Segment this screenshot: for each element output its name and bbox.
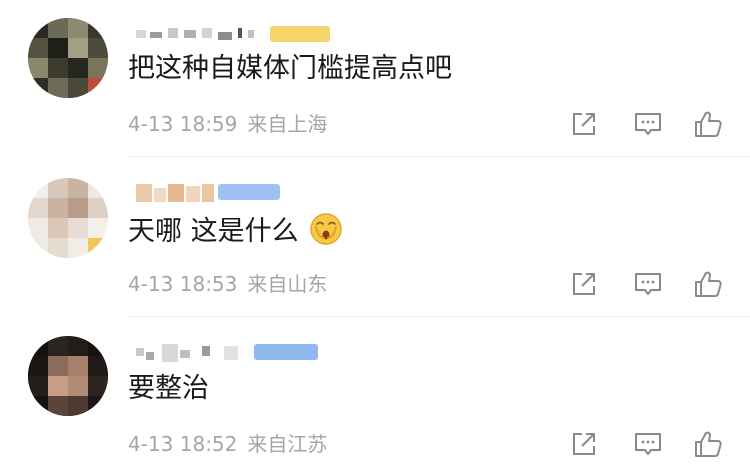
share-icon (573, 113, 595, 135)
comment-meta: 4-13 18:59 来自上海 (128, 112, 327, 136)
like-icon (695, 271, 722, 297)
comment-time: 4-13 18:59 (128, 112, 238, 136)
share-button[interactable] (566, 266, 602, 302)
avatar[interactable] (28, 178, 108, 258)
share-button[interactable] (566, 106, 602, 142)
comment-text: 把这种自媒体门槛提高点吧 (128, 53, 452, 84)
share-icon (573, 273, 595, 295)
like-icon (695, 111, 722, 137)
username-blurred[interactable] (128, 182, 218, 204)
shocked-face-emoji (310, 213, 342, 245)
comment-icon (635, 433, 661, 455)
comment-meta: 4-13 18:53 来自山东 (128, 272, 327, 296)
share-button[interactable] (566, 426, 602, 462)
username-blurred[interactable] (128, 22, 268, 44)
avatar-image (28, 18, 108, 98)
divider (128, 156, 750, 157)
comment-item: 天哪 这是什么 4-13 18:53 来自山东 (0, 160, 750, 320)
like-button[interactable] (690, 266, 726, 302)
avatar-image (28, 336, 108, 416)
comment-button[interactable] (630, 426, 666, 462)
comment-button[interactable] (630, 266, 666, 302)
user-badge (218, 184, 280, 200)
comment-text-content: 天哪 这是什么 (128, 216, 299, 247)
comment-location: 来自江苏 (247, 432, 328, 456)
blurred-name (136, 28, 254, 40)
user-badge (270, 26, 330, 42)
comment-time: 4-13 18:53 (128, 272, 238, 296)
comment-list: 把这种自媒体门槛提高点吧 4-13 18:59 来自上海 天哪 这是什么 4-1… (0, 0, 750, 464)
comment-item: 把这种自媒体门槛提高点吧 4-13 18:59 来自上海 (0, 0, 750, 160)
avatar-image (28, 178, 108, 258)
comment-meta: 4-13 18:52 来自江苏 (128, 432, 327, 456)
like-button[interactable] (690, 106, 726, 142)
blurred-name (136, 344, 238, 362)
like-button[interactable] (690, 426, 726, 462)
comment-time: 4-13 18:52 (128, 432, 238, 456)
avatar[interactable] (28, 18, 108, 98)
comment-text: 天哪 这是什么 (128, 212, 343, 249)
comment-icon (635, 273, 661, 295)
avatar[interactable] (28, 336, 108, 416)
comment-text: 要整治 (128, 373, 209, 404)
comment-location: 来自上海 (247, 112, 328, 136)
blurred-name (136, 184, 214, 202)
comment-button[interactable] (630, 106, 666, 142)
divider (128, 316, 750, 317)
username-blurred[interactable] (128, 342, 258, 364)
comment-item: 要整治 4-13 18:52 来自江苏 (0, 320, 750, 464)
user-badge (254, 344, 318, 360)
share-icon (573, 433, 595, 455)
comment-location: 来自山东 (247, 272, 328, 296)
comment-icon (635, 113, 661, 135)
like-icon (695, 431, 722, 457)
